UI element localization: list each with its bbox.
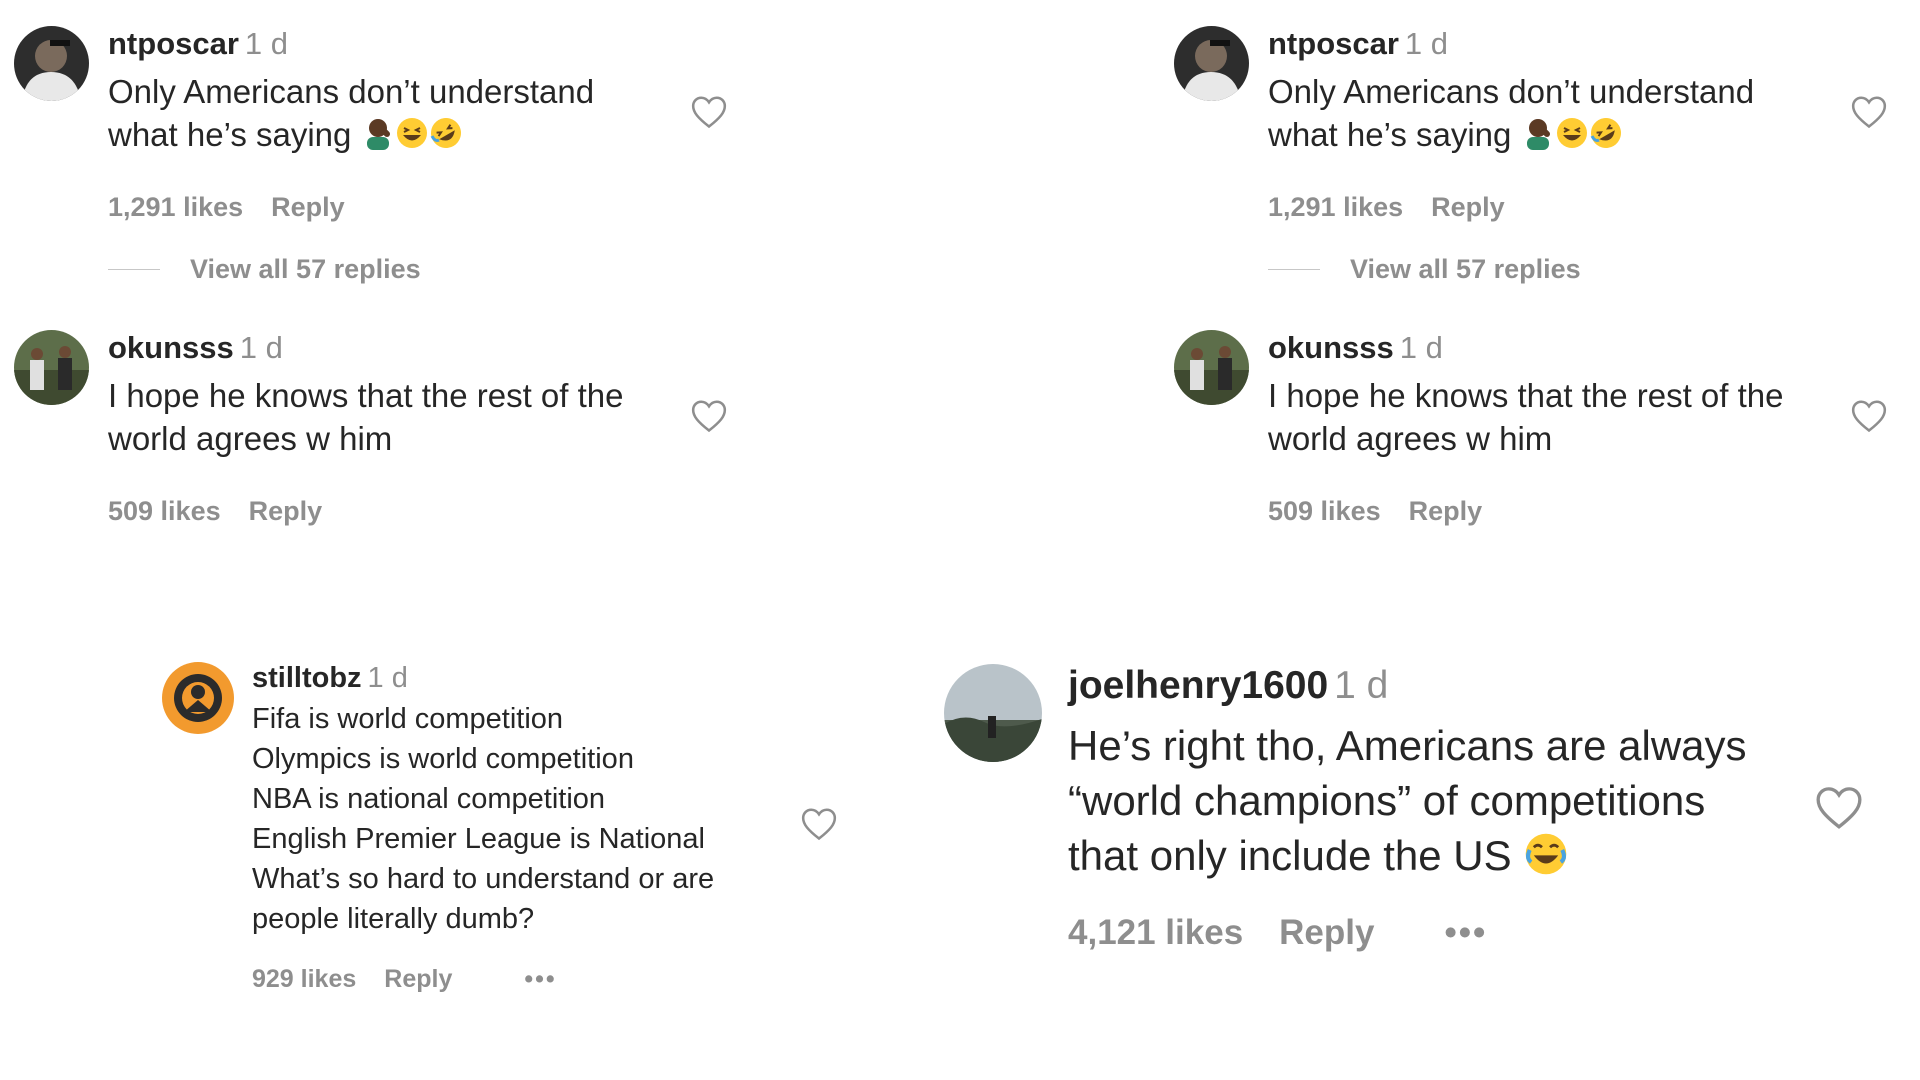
avatar-okunsss[interactable] xyxy=(14,330,89,405)
reply-button[interactable]: Reply xyxy=(249,496,323,527)
likes-count[interactable]: 1,291 likes xyxy=(108,192,243,223)
username[interactable]: okunsss xyxy=(1268,330,1394,365)
comment-text: Only Americans don’t understand what he’… xyxy=(1268,73,1755,153)
timestamp: 1 d xyxy=(1334,664,1389,707)
timestamp: 1 d xyxy=(244,26,289,61)
timestamp: 1 d xyxy=(367,662,408,694)
comment-okunsss-right: okunsss 1 d I hope he knows that the rest… xyxy=(1160,300,1920,540)
comment-text: Fifa is world competition Olympics is wo… xyxy=(252,703,715,935)
reply-button[interactable]: Reply xyxy=(271,192,345,223)
more-options-icon[interactable]: ••• xyxy=(524,965,556,994)
like-heart-icon[interactable] xyxy=(1850,94,1888,129)
like-heart-icon[interactable] xyxy=(1814,784,1864,830)
likes-count[interactable]: 929 likes xyxy=(252,965,356,994)
username[interactable]: joelhenry1600 xyxy=(1068,664,1328,707)
avatar-ntposcar[interactable] xyxy=(1174,26,1249,101)
like-heart-icon[interactable] xyxy=(690,94,728,129)
comment-text: He’s right tho, Americans are always “wo… xyxy=(1068,722,1747,879)
avatar-stilltobz[interactable] xyxy=(162,662,234,734)
likes-count[interactable]: 4,121 likes xyxy=(1068,913,1243,953)
comment-okunsss-left: okunsss 1 d I hope he knows that the rest… xyxy=(0,300,760,540)
view-replies-link[interactable]: View all 57 replies xyxy=(1268,254,1581,285)
username[interactable]: ntposcar xyxy=(1268,26,1399,61)
likes-count[interactable]: 509 likes xyxy=(108,496,221,527)
timestamp: 1 d xyxy=(239,330,283,365)
rolling-on-floor-laughing-icon xyxy=(430,118,461,148)
likes-count[interactable]: 509 likes xyxy=(1268,496,1381,527)
timestamp: 1 d xyxy=(1399,330,1443,365)
like-heart-icon[interactable] xyxy=(1850,398,1888,433)
man-facepalming-icon xyxy=(366,119,390,150)
man-facepalming-icon xyxy=(1526,119,1550,150)
comment-joelhenry1600: joelhenry1600 1 d He’s right tho, America… xyxy=(930,650,1920,1030)
view-replies-link[interactable]: View all 57 replies xyxy=(108,254,421,285)
reply-button[interactable]: Reply xyxy=(384,965,452,994)
comment-text: I hope he knows that the rest of the wor… xyxy=(108,377,624,457)
username[interactable]: stilltobz xyxy=(252,662,362,694)
reply-button[interactable]: Reply xyxy=(1431,192,1505,223)
like-heart-icon[interactable] xyxy=(690,398,728,433)
like-heart-icon[interactable] xyxy=(800,806,838,841)
timestamp: 1 d xyxy=(1404,26,1449,61)
avatar-ntposcar[interactable] xyxy=(14,26,89,101)
divider-line xyxy=(108,269,160,270)
comment-ntposcar-left: ntposcar 1 d Only Americans don’t underst… xyxy=(0,0,760,300)
grinning-squinting-face-icon xyxy=(396,118,427,148)
comment-text: Only Americans don’t understand what he’… xyxy=(108,73,595,153)
divider-line xyxy=(1268,269,1320,270)
face-with-tears-of-joy-icon xyxy=(1525,833,1567,875)
more-options-icon[interactable]: ••• xyxy=(1444,913,1487,953)
rolling-on-floor-laughing-icon xyxy=(1590,118,1621,148)
comment-ntposcar-right: ntposcar 1 d Only Americans don’t underst… xyxy=(1160,0,1920,300)
comment-text: I hope he knows that the rest of the wor… xyxy=(1268,377,1784,457)
grinning-squinting-face-icon xyxy=(1556,118,1587,148)
reply-button[interactable]: Reply xyxy=(1409,496,1483,527)
avatar-joelhenry1600[interactable] xyxy=(944,664,1042,762)
avatar-okunsss[interactable] xyxy=(1174,330,1249,405)
likes-count[interactable]: 1,291 likes xyxy=(1268,192,1403,223)
reply-button[interactable]: Reply xyxy=(1279,913,1374,953)
username[interactable]: okunsss xyxy=(108,330,234,365)
username[interactable]: ntposcar xyxy=(108,26,239,61)
comment-stilltobz: stilltobz 1 d Fifa is world competition O… xyxy=(150,650,870,1030)
